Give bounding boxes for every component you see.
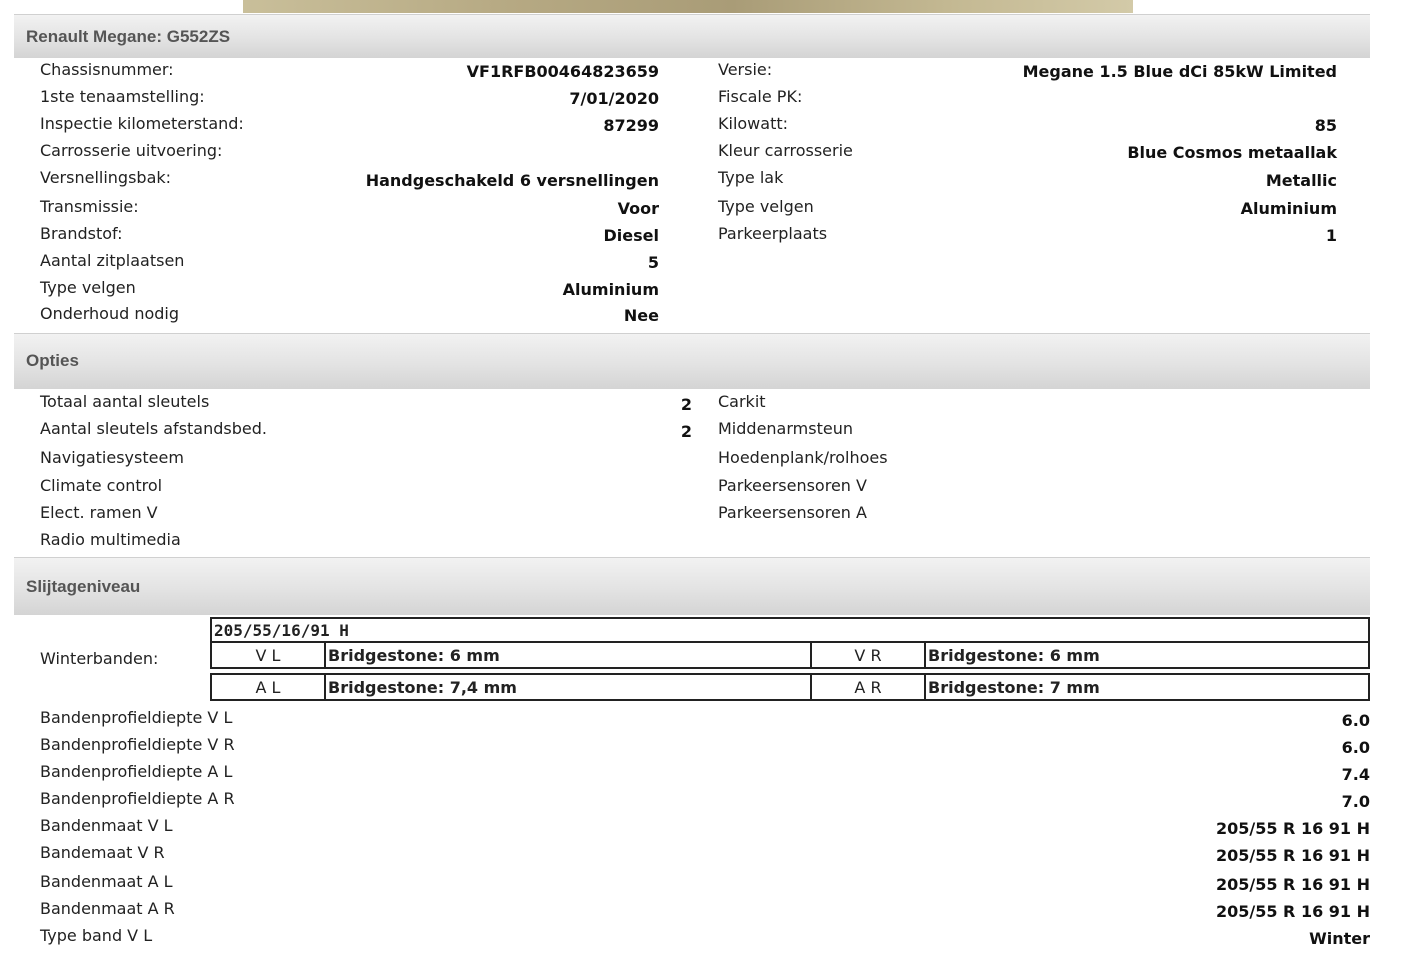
label-kleur: Kleur carrosserie: [718, 141, 853, 160]
winterbanden-label: Winterbanden:: [40, 649, 159, 668]
wear-label-maat-al: Bandenmaat A L: [40, 872, 173, 891]
value-brandstof: Diesel: [603, 226, 659, 245]
tire-brand-vl: Bridgestone: 6 mm: [324, 641, 812, 669]
wear-label-profiel-al: Bandenprofieldiepte A L: [40, 762, 233, 781]
label-type-lak: Type lak: [718, 168, 784, 187]
tire-brand-vr: Bridgestone: 6 mm: [924, 641, 1370, 669]
option-radio-multimedia: Radio multimedia: [40, 530, 181, 549]
wear-value-maat-vl: 205/55 R 16 91 H: [1215, 819, 1370, 838]
option-climate-control: Climate control: [40, 476, 163, 495]
value-type-velgen-right: Aluminium: [1240, 199, 1337, 218]
wear-value-maat-vr: 205/55 R 16 91 H: [1215, 846, 1370, 865]
wear-label-maat-ar: Bandenmaat A R: [40, 899, 175, 918]
value-versie: Megane 1.5 Blue dCi 85kW Limited: [1022, 62, 1337, 81]
label-tenaamstelling: 1ste tenaamstelling:: [40, 87, 205, 106]
label-onderhoud: Onderhoud nodig: [40, 304, 180, 323]
option-navigatiesysteem: Navigatiesysteem: [40, 448, 184, 467]
wear-title: Slijtageniveau: [26, 577, 141, 596]
tire-brand-ar: Bridgestone: 7 mm: [924, 673, 1370, 701]
option-totaal-sleutels-value: 2: [680, 395, 692, 414]
wear-label-profiel-vl: Bandenprofieldiepte V L: [40, 708, 233, 727]
tire-size: 205/55/16/91 H: [210, 617, 1370, 643]
option-elect-ramen: Elect. ramen V: [40, 503, 158, 522]
label-kilometerstand: Inspectie kilometerstand:: [40, 114, 244, 133]
wear-label-profiel-ar: Bandenprofieldiepte A R: [40, 789, 235, 808]
option-sleutels-afstandsbed-value: 2: [680, 422, 692, 441]
section-header-options: Opties: [14, 333, 1370, 389]
label-type-velgen-right: Type velgen: [718, 197, 814, 216]
option-parkeersensoren-v: Parkeersensoren V: [718, 476, 867, 495]
value-chassisnummer: VF1RFB00464823659: [466, 62, 659, 81]
wear-value-profiel-vl: 6.0: [1341, 711, 1370, 730]
value-onderhoud: Nee: [623, 306, 659, 325]
tire-pos-al: A L: [210, 673, 326, 701]
option-carkit: Carkit: [718, 392, 766, 411]
label-versnellingsbak: Versnellingsbak:: [40, 168, 172, 187]
label-kilowatt: Kilowatt:: [718, 114, 788, 133]
wear-value-profiel-al: 7.4: [1341, 765, 1370, 784]
label-transmissie: Transmissie:: [40, 197, 139, 216]
value-kilometerstand: 87299: [603, 116, 659, 135]
section-header-wear: Slijtageniveau: [14, 557, 1370, 615]
tire-pos-vl: V L: [210, 641, 326, 669]
option-parkeersensoren-a: Parkeersensoren A: [718, 503, 867, 522]
tire-brand-al: Bridgestone: 7,4 mm: [324, 673, 812, 701]
value-tenaamstelling: 7/01/2020: [569, 89, 659, 108]
option-middenarmsteun: Middenarmsteun: [718, 419, 853, 438]
value-kleur: Blue Cosmos metaallak: [1127, 143, 1337, 162]
wear-label-type-band-vl: Type band V L: [40, 926, 153, 945]
label-chassisnummer: Chassisnummer:: [40, 60, 174, 79]
value-zitplaatsen: 5: [647, 253, 659, 272]
label-type-velgen: Type velgen: [40, 278, 136, 297]
value-type-lak: Metallic: [1265, 171, 1337, 190]
wear-value-type-band-vl: Winter: [1309, 929, 1370, 948]
wear-value-profiel-vr: 6.0: [1341, 738, 1370, 757]
value-kilowatt: 85: [1314, 116, 1337, 135]
option-hoedenplank: Hoedenplank/rolhoes: [718, 448, 888, 467]
tire-pos-ar: A R: [810, 673, 926, 701]
wear-label-maat-vl: Bandenmaat V L: [40, 816, 173, 835]
tire-table: 205/55/16/91 H V L Bridgestone: 6 mm V R…: [210, 617, 1370, 701]
label-brandstof: Brandstof:: [40, 224, 123, 243]
options-title: Opties: [26, 351, 79, 370]
wear-value-maat-al: 205/55 R 16 91 H: [1215, 875, 1370, 894]
value-versnellingsbak: Handgeschakeld 6 versnellingen: [365, 171, 659, 190]
label-carrosserie: Carrosserie uitvoering:: [40, 141, 223, 160]
label-fiscale-pk: Fiscale PK:: [718, 87, 803, 106]
label-parkeerplaats: Parkeerplaats: [718, 224, 828, 243]
page: Renault Megane: G552ZS Chassisnummer: VF…: [0, 0, 1403, 960]
option-totaal-sleutels: Totaal aantal sleutels: [40, 392, 210, 411]
wear-label-maat-vr: Bandemaat V R: [40, 843, 165, 862]
option-sleutels-afstandsbed: Aantal sleutels afstandsbed.: [40, 419, 267, 438]
wear-label-profiel-vr: Bandenprofieldiepte V R: [40, 735, 235, 754]
value-parkeerplaats: 1: [1325, 226, 1337, 245]
value-type-velgen: Aluminium: [562, 280, 659, 299]
value-transmissie: Voor: [617, 199, 659, 218]
label-versie: Versie:: [718, 60, 773, 79]
section-header-vehicle: Renault Megane: G552ZS: [14, 14, 1370, 58]
tire-pos-vr: V R: [810, 641, 926, 669]
label-zitplaatsen: Aantal zitplaatsen: [40, 251, 185, 270]
vehicle-title: Renault Megane: G552ZS: [26, 27, 231, 46]
wear-value-profiel-ar: 7.0: [1341, 792, 1370, 811]
wear-value-maat-ar: 205/55 R 16 91 H: [1215, 902, 1370, 921]
vehicle-photo: [243, 0, 1133, 13]
